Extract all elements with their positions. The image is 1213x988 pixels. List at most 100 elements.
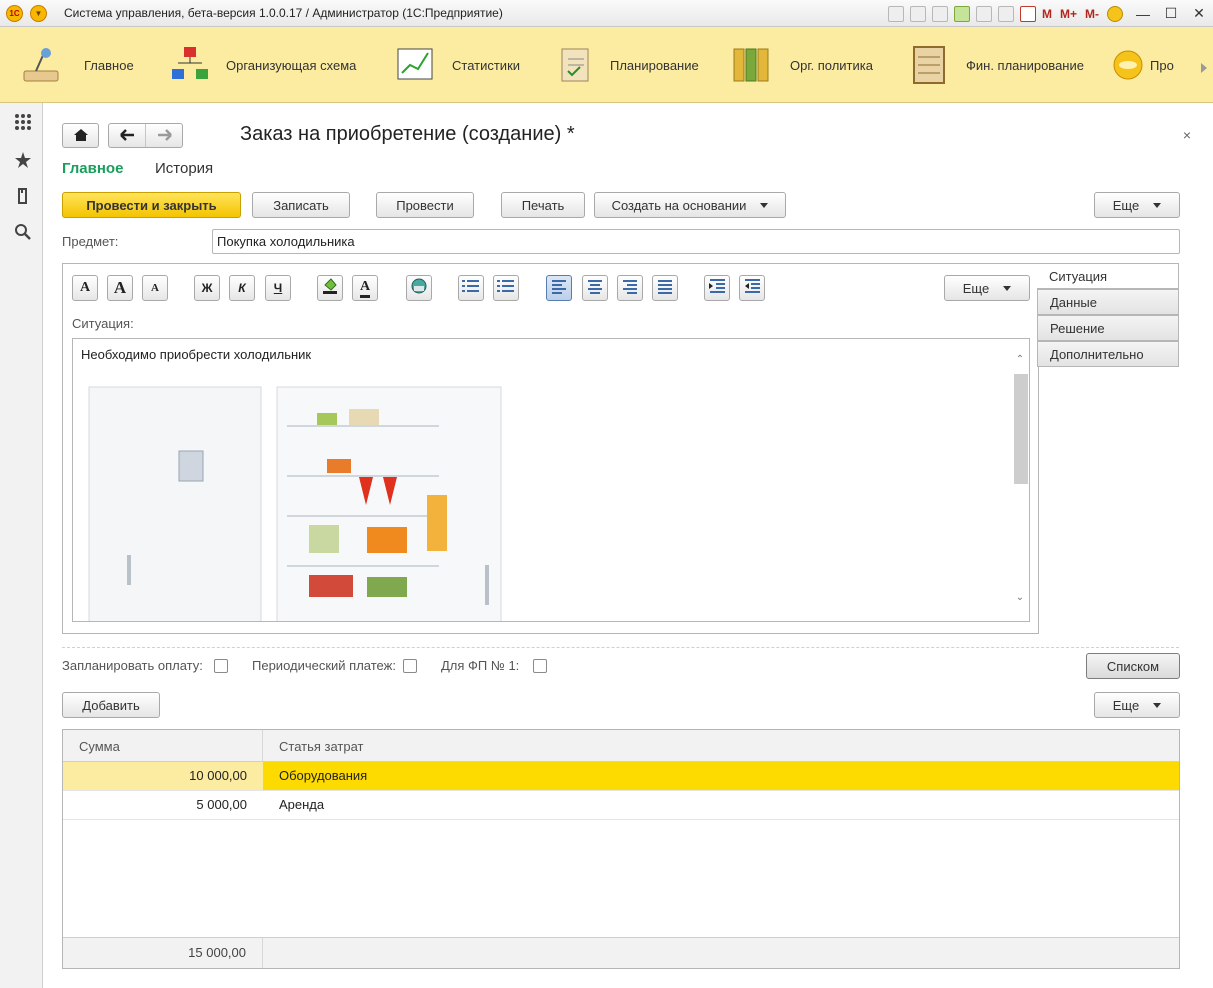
post-button[interactable]: Провести xyxy=(376,192,474,218)
section-statistics[interactable]: Статистики xyxy=(396,41,520,89)
justify-icon xyxy=(657,278,673,299)
1c-logo-icon[interactable]: 1С xyxy=(6,5,23,22)
memory-minus-button[interactable]: M- xyxy=(1085,7,1099,21)
history-icon[interactable] xyxy=(975,5,992,22)
justify-button[interactable] xyxy=(652,275,678,301)
table-row[interactable]: 5 000,00 Аренда xyxy=(63,791,1179,820)
font-decrease-icon: A xyxy=(151,282,159,294)
italic-button[interactable]: К xyxy=(229,275,255,301)
save-icon[interactable] xyxy=(887,5,904,22)
apps-grid-icon[interactable] xyxy=(14,113,32,131)
dropdown-arrow-icon xyxy=(1003,285,1012,291)
numbered-list-button[interactable] xyxy=(493,275,519,301)
insert-image-icon xyxy=(410,277,428,300)
minimize-button[interactable]: — xyxy=(1129,6,1157,22)
section-fin-planning[interactable]: Фин. планирование xyxy=(910,41,1084,89)
align-left-button[interactable] xyxy=(546,275,572,301)
print-button[interactable]: Печать xyxy=(501,192,585,218)
coin-icon xyxy=(1112,45,1144,85)
insert-image-button[interactable] xyxy=(406,275,432,301)
list-view-button[interactable]: Списком xyxy=(1086,653,1180,679)
scroll-up-icon[interactable]: ⌃ xyxy=(1015,355,1025,365)
editor-more-button[interactable]: Еще xyxy=(944,275,1030,301)
table-row[interactable]: 10 000,00 Оборудования xyxy=(63,762,1179,791)
table-footer: 15 000,00 xyxy=(63,937,1179,968)
save-button[interactable]: Записать xyxy=(252,192,350,218)
side-tab-decision[interactable]: Решение xyxy=(1037,315,1179,341)
forward-button[interactable] xyxy=(146,124,183,147)
favorites-icon[interactable] xyxy=(953,5,970,22)
sections-scroll-right-icon[interactable] xyxy=(1201,63,1207,73)
more-actions-button[interactable]: Еще xyxy=(1094,192,1180,218)
calculator-icon[interactable] xyxy=(997,5,1014,22)
post-and-close-button[interactable]: Провести и закрыть xyxy=(62,192,241,218)
section-org-policy[interactable]: Орг. политика xyxy=(732,41,873,89)
info-icon[interactable] xyxy=(1107,5,1123,22)
total-amount: 15 000,00 xyxy=(63,938,263,968)
left-panel xyxy=(0,103,43,988)
font-increase-button[interactable]: A xyxy=(107,275,133,301)
statistics-chart-icon xyxy=(396,45,436,85)
editor-scrollbar[interactable]: ⌃ ⌄ xyxy=(1012,339,1029,621)
side-tab-data[interactable]: Данные xyxy=(1037,289,1179,315)
plan-payment-checkbox[interactable] xyxy=(214,659,228,673)
section-planning[interactable]: Планирование xyxy=(556,41,699,89)
fill-color-icon xyxy=(321,277,339,300)
indent-decrease-button[interactable] xyxy=(739,275,765,301)
create-based-on-button[interactable]: Создать на основании xyxy=(594,192,786,218)
history-clip-icon[interactable] xyxy=(14,187,32,205)
expense-item-cell[interactable]: Аренда xyxy=(263,791,1179,819)
underline-button[interactable]: Ч xyxy=(265,275,291,301)
section-main[interactable]: Главное xyxy=(22,41,134,89)
expense-item-cell[interactable]: Оборудования xyxy=(263,762,1179,790)
bullet-list-icon xyxy=(462,278,480,299)
font-icon: A xyxy=(79,280,91,295)
home-button[interactable] xyxy=(62,123,99,148)
main-menu-icon[interactable]: ▼ xyxy=(30,5,47,22)
column-header-expense-item[interactable]: Статья затрат xyxy=(263,730,1179,762)
bullet-list-button[interactable] xyxy=(458,275,484,301)
font-decrease-button[interactable]: A xyxy=(142,275,168,301)
scroll-thumb[interactable] xyxy=(1014,374,1028,484)
subject-input[interactable]: Покупка холодильника xyxy=(212,229,1180,254)
dropdown-arrow-icon xyxy=(1153,202,1162,208)
periodic-payment-checkbox[interactable] xyxy=(403,659,417,673)
font-button[interactable]: A xyxy=(72,275,98,301)
calendar-icon[interactable] xyxy=(1019,5,1036,22)
fill-color-button[interactable] xyxy=(317,275,343,301)
preview-icon[interactable] xyxy=(931,5,948,22)
bold-button[interactable]: Ж xyxy=(194,275,220,301)
align-center-icon xyxy=(587,278,603,299)
tab-main[interactable]: Главное xyxy=(62,160,123,177)
side-tab-additional[interactable]: Дополнительно xyxy=(1037,341,1179,367)
search-icon[interactable] xyxy=(14,223,32,241)
tab-history[interactable]: История xyxy=(155,160,213,177)
home-icon xyxy=(74,129,88,141)
dropdown-arrow-icon xyxy=(760,202,769,208)
form-close-button[interactable]: × xyxy=(1183,127,1191,143)
section-org-scheme[interactable]: Организующая схема xyxy=(170,41,356,89)
scroll-down-icon[interactable]: ⌄ xyxy=(1015,593,1025,603)
favorites-star-icon[interactable] xyxy=(14,151,32,169)
plan-payment-label: Запланировать оплату: xyxy=(62,658,203,673)
table-more-button[interactable]: Еще xyxy=(1094,692,1180,718)
amount-cell[interactable]: 10 000,00 xyxy=(63,762,263,790)
column-header-amount[interactable]: Сумма xyxy=(63,730,263,762)
window-close-button[interactable]: ✕ xyxy=(1185,5,1213,22)
align-center-button[interactable] xyxy=(582,275,608,301)
maximize-button[interactable]: ☐ xyxy=(1157,5,1185,22)
fp-checkbox[interactable] xyxy=(533,659,547,673)
section-more[interactable]: Про xyxy=(1112,41,1174,89)
back-button[interactable] xyxy=(109,124,146,147)
align-right-button[interactable] xyxy=(617,275,643,301)
amount-cell[interactable]: 5 000,00 xyxy=(63,791,263,819)
print-icon[interactable] xyxy=(909,5,926,22)
font-color-button[interactable]: A xyxy=(352,275,378,301)
side-tab-situation[interactable]: Ситуация xyxy=(1037,263,1179,289)
situation-text-area[interactable]: Необходимо приобрести холодильник ⌃ ⌄ xyxy=(72,338,1030,622)
memory-button[interactable]: M xyxy=(1042,7,1052,21)
memory-plus-button[interactable]: M+ xyxy=(1060,7,1077,21)
rich-text-editor: A A A Ж К Ч A Еще Ситуация: Необходимо приобре… xyxy=(62,263,1039,634)
indent-increase-button[interactable] xyxy=(704,275,730,301)
add-row-button[interactable]: Добавить xyxy=(62,692,160,718)
